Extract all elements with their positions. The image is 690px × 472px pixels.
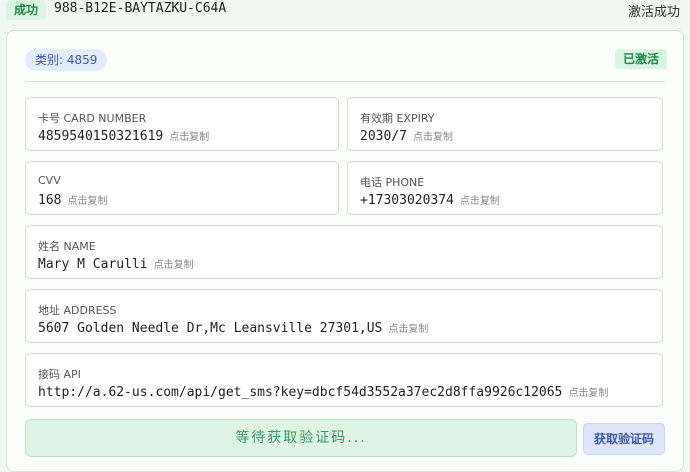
- get-code-button[interactable]: 获取验证码: [583, 423, 665, 455]
- phone-field[interactable]: 电话 PHONE +17303020374 点击复制: [347, 161, 663, 215]
- copy-hint[interactable]: 点击复制: [169, 132, 209, 143]
- api-value[interactable]: http://a.62-us.com/api/get_sms?key=dbcf5…: [38, 384, 608, 400]
- api-field[interactable]: 接码 API http://a.62-us.com/api/get_sms?ke…: [25, 353, 663, 407]
- field-label: 电话 PHONE: [360, 176, 425, 189]
- copy-hint[interactable]: 点击复制: [413, 132, 453, 143]
- copy-hint[interactable]: 点击复制: [67, 196, 107, 207]
- cvv-value[interactable]: 168 点击复制: [38, 192, 107, 208]
- expiry-value[interactable]: 2030/7 点击复制: [360, 128, 453, 144]
- field-label: CVV: [38, 174, 61, 187]
- waiting-for-code-status: 等待获取验证码...: [25, 419, 577, 457]
- name-value[interactable]: Mary M Carulli 点击复制: [38, 256, 194, 272]
- field-label: 接码 API: [38, 368, 81, 381]
- address-value[interactable]: 5607 Golden Needle Dr,Mc Leansville 2730…: [38, 320, 428, 336]
- card-number-value[interactable]: 4859540150321619 点击复制: [38, 128, 209, 144]
- phone-value[interactable]: +17303020374 点击复制: [360, 192, 500, 208]
- divider: [25, 81, 665, 82]
- copy-hint[interactable]: 点击复制: [460, 196, 500, 207]
- card-number-field[interactable]: 卡号 CARD NUMBER 4859540150321619 点击复制: [25, 97, 339, 151]
- field-label: 有效期 EXPIRY: [360, 112, 435, 125]
- cvv-field[interactable]: CVV 168 点击复制: [25, 161, 339, 215]
- field-label: 卡号 CARD NUMBER: [38, 112, 147, 125]
- field-label: 姓名 NAME: [38, 240, 96, 253]
- name-field[interactable]: 姓名 NAME Mary M Carulli 点击复制: [25, 225, 663, 279]
- activation-status-text: 激活成功: [627, 5, 680, 20]
- expiry-field[interactable]: 有效期 EXPIRY 2030/7 点击复制: [347, 97, 663, 151]
- status-badge: 已激活: [614, 49, 667, 69]
- activation-code[interactable]: 988-B12E-BAYTAZKU-C64A: [54, 1, 226, 16]
- copy-hint[interactable]: 点击复制: [388, 324, 428, 335]
- category-badge: 类别: 4859: [25, 49, 108, 71]
- copy-hint[interactable]: 点击复制: [568, 388, 608, 399]
- address-field[interactable]: 地址 ADDRESS 5607 Golden Needle Dr,Mc Lean…: [25, 289, 663, 343]
- success-badge: 成功: [6, 0, 47, 20]
- field-label: 地址 ADDRESS: [38, 304, 117, 317]
- top-bar: 成功 988-B12E-BAYTAZKU-C64A 激活成功: [0, 0, 690, 20]
- copy-hint[interactable]: 点击复制: [154, 260, 194, 271]
- card-panel: 类别: 4859 已激活 卡号 CARD NUMBER 485954015032…: [6, 30, 684, 472]
